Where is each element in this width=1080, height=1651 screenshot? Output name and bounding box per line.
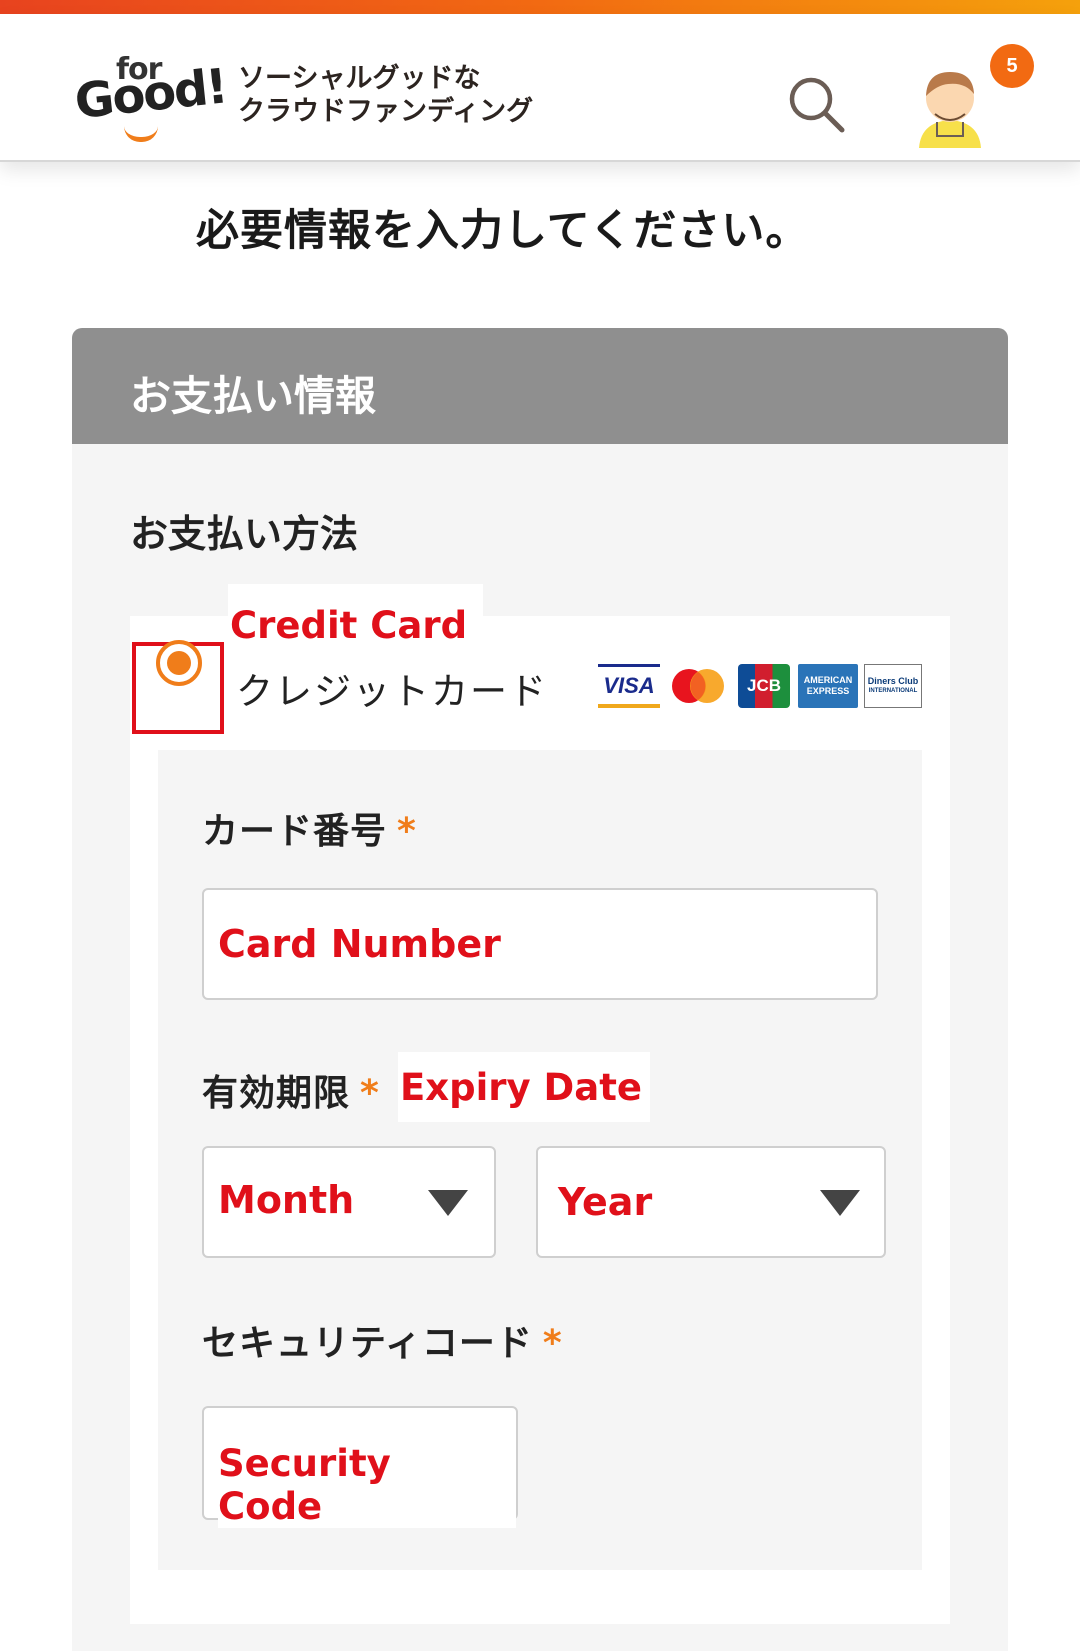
credit-card-form: カード番号 * Card Number 有効期限 * Expiry Date Mon… bbox=[158, 750, 922, 1570]
security-code-label: セキュリティコード * bbox=[202, 1314, 563, 1366]
amex-line-2: EXPRESS bbox=[806, 686, 850, 696]
security-code-placeholder: Security Code bbox=[218, 1442, 516, 1528]
credit-card-label[interactable]: クレジットカード bbox=[236, 661, 548, 715]
user-avatar-icon[interactable] bbox=[915, 64, 985, 148]
expiry-label: 有効期限 * bbox=[202, 1064, 380, 1116]
tagline-line-2: クラウドファンディング bbox=[238, 96, 534, 127]
mastercard-icon bbox=[672, 669, 724, 703]
security-code-input[interactable]: Security Code bbox=[202, 1406, 518, 1528]
search-icon[interactable] bbox=[786, 74, 846, 134]
card-number-input[interactable]: Card Number bbox=[202, 888, 878, 1000]
site-tagline: ソーシャルグッドな クラウドファンディング bbox=[238, 62, 533, 128]
radio-selected-dot bbox=[167, 651, 191, 675]
credit-card-option: クレジットカード VISA JCB AMERICAN EXPRESS Diner… bbox=[130, 616, 950, 1624]
month-placeholder: Month bbox=[218, 1178, 365, 1222]
credit-card-radio[interactable] bbox=[156, 640, 202, 686]
logo-smile-icon bbox=[124, 126, 158, 142]
credit-card-annotation: Credit Card bbox=[228, 584, 484, 654]
diners-line-1: Diners Club bbox=[867, 676, 919, 686]
required-mark: * bbox=[542, 1323, 563, 1364]
payment-info-title: お支払い情報 bbox=[130, 372, 376, 420]
card-number-placeholder: Card Number bbox=[218, 922, 511, 966]
visa-icon: VISA bbox=[598, 664, 660, 708]
expiry-date-annotation: Expiry Date bbox=[398, 1052, 651, 1122]
top-accent-bar bbox=[0, 0, 1080, 14]
tagline-line-1: ソーシャルグッドな bbox=[238, 63, 481, 94]
card-number-label: カード番号 * bbox=[202, 802, 417, 854]
chevron-down-icon bbox=[428, 1190, 468, 1216]
expiry-month-select[interactable]: Month bbox=[202, 1146, 496, 1258]
diners-club-icon: Diners Club INTERNATIONAL bbox=[864, 664, 922, 708]
jcb-icon: JCB bbox=[738, 664, 790, 708]
payment-info-header: お支払い情報 bbox=[72, 328, 1008, 444]
expiry-year-select[interactable]: Year bbox=[536, 1146, 886, 1258]
site-header: for Good! ソーシャルグッドな クラウドファンディング 5 bbox=[0, 14, 1080, 162]
security-code-label-text: セキュリティコード bbox=[202, 1323, 533, 1364]
diners-line-2: INTERNATIONAL bbox=[868, 688, 918, 694]
required-mark: * bbox=[360, 1073, 380, 1114]
year-placeholder: Year bbox=[558, 1180, 663, 1224]
notification-badge: 5 bbox=[990, 44, 1034, 88]
page-title: 必要情報を入力してください。 bbox=[196, 206, 810, 256]
payment-method-label: お支払い方法 bbox=[130, 512, 359, 556]
forgood-logo[interactable]: for Good! bbox=[72, 44, 229, 154]
required-mark: * bbox=[397, 811, 417, 852]
amex-icon: AMERICAN EXPRESS bbox=[798, 664, 858, 708]
payment-info-panel: お支払い情報 お支払い方法 クレジットカード VISA JCB AMERICAN… bbox=[72, 328, 1008, 1651]
card-number-label-text: カード番号 bbox=[202, 811, 388, 852]
chevron-down-icon bbox=[820, 1190, 860, 1216]
expiry-label-text: 有効期限 bbox=[202, 1073, 351, 1114]
logo-good-text: Good! bbox=[72, 58, 229, 131]
amex-line-1: AMERICAN bbox=[803, 675, 853, 685]
